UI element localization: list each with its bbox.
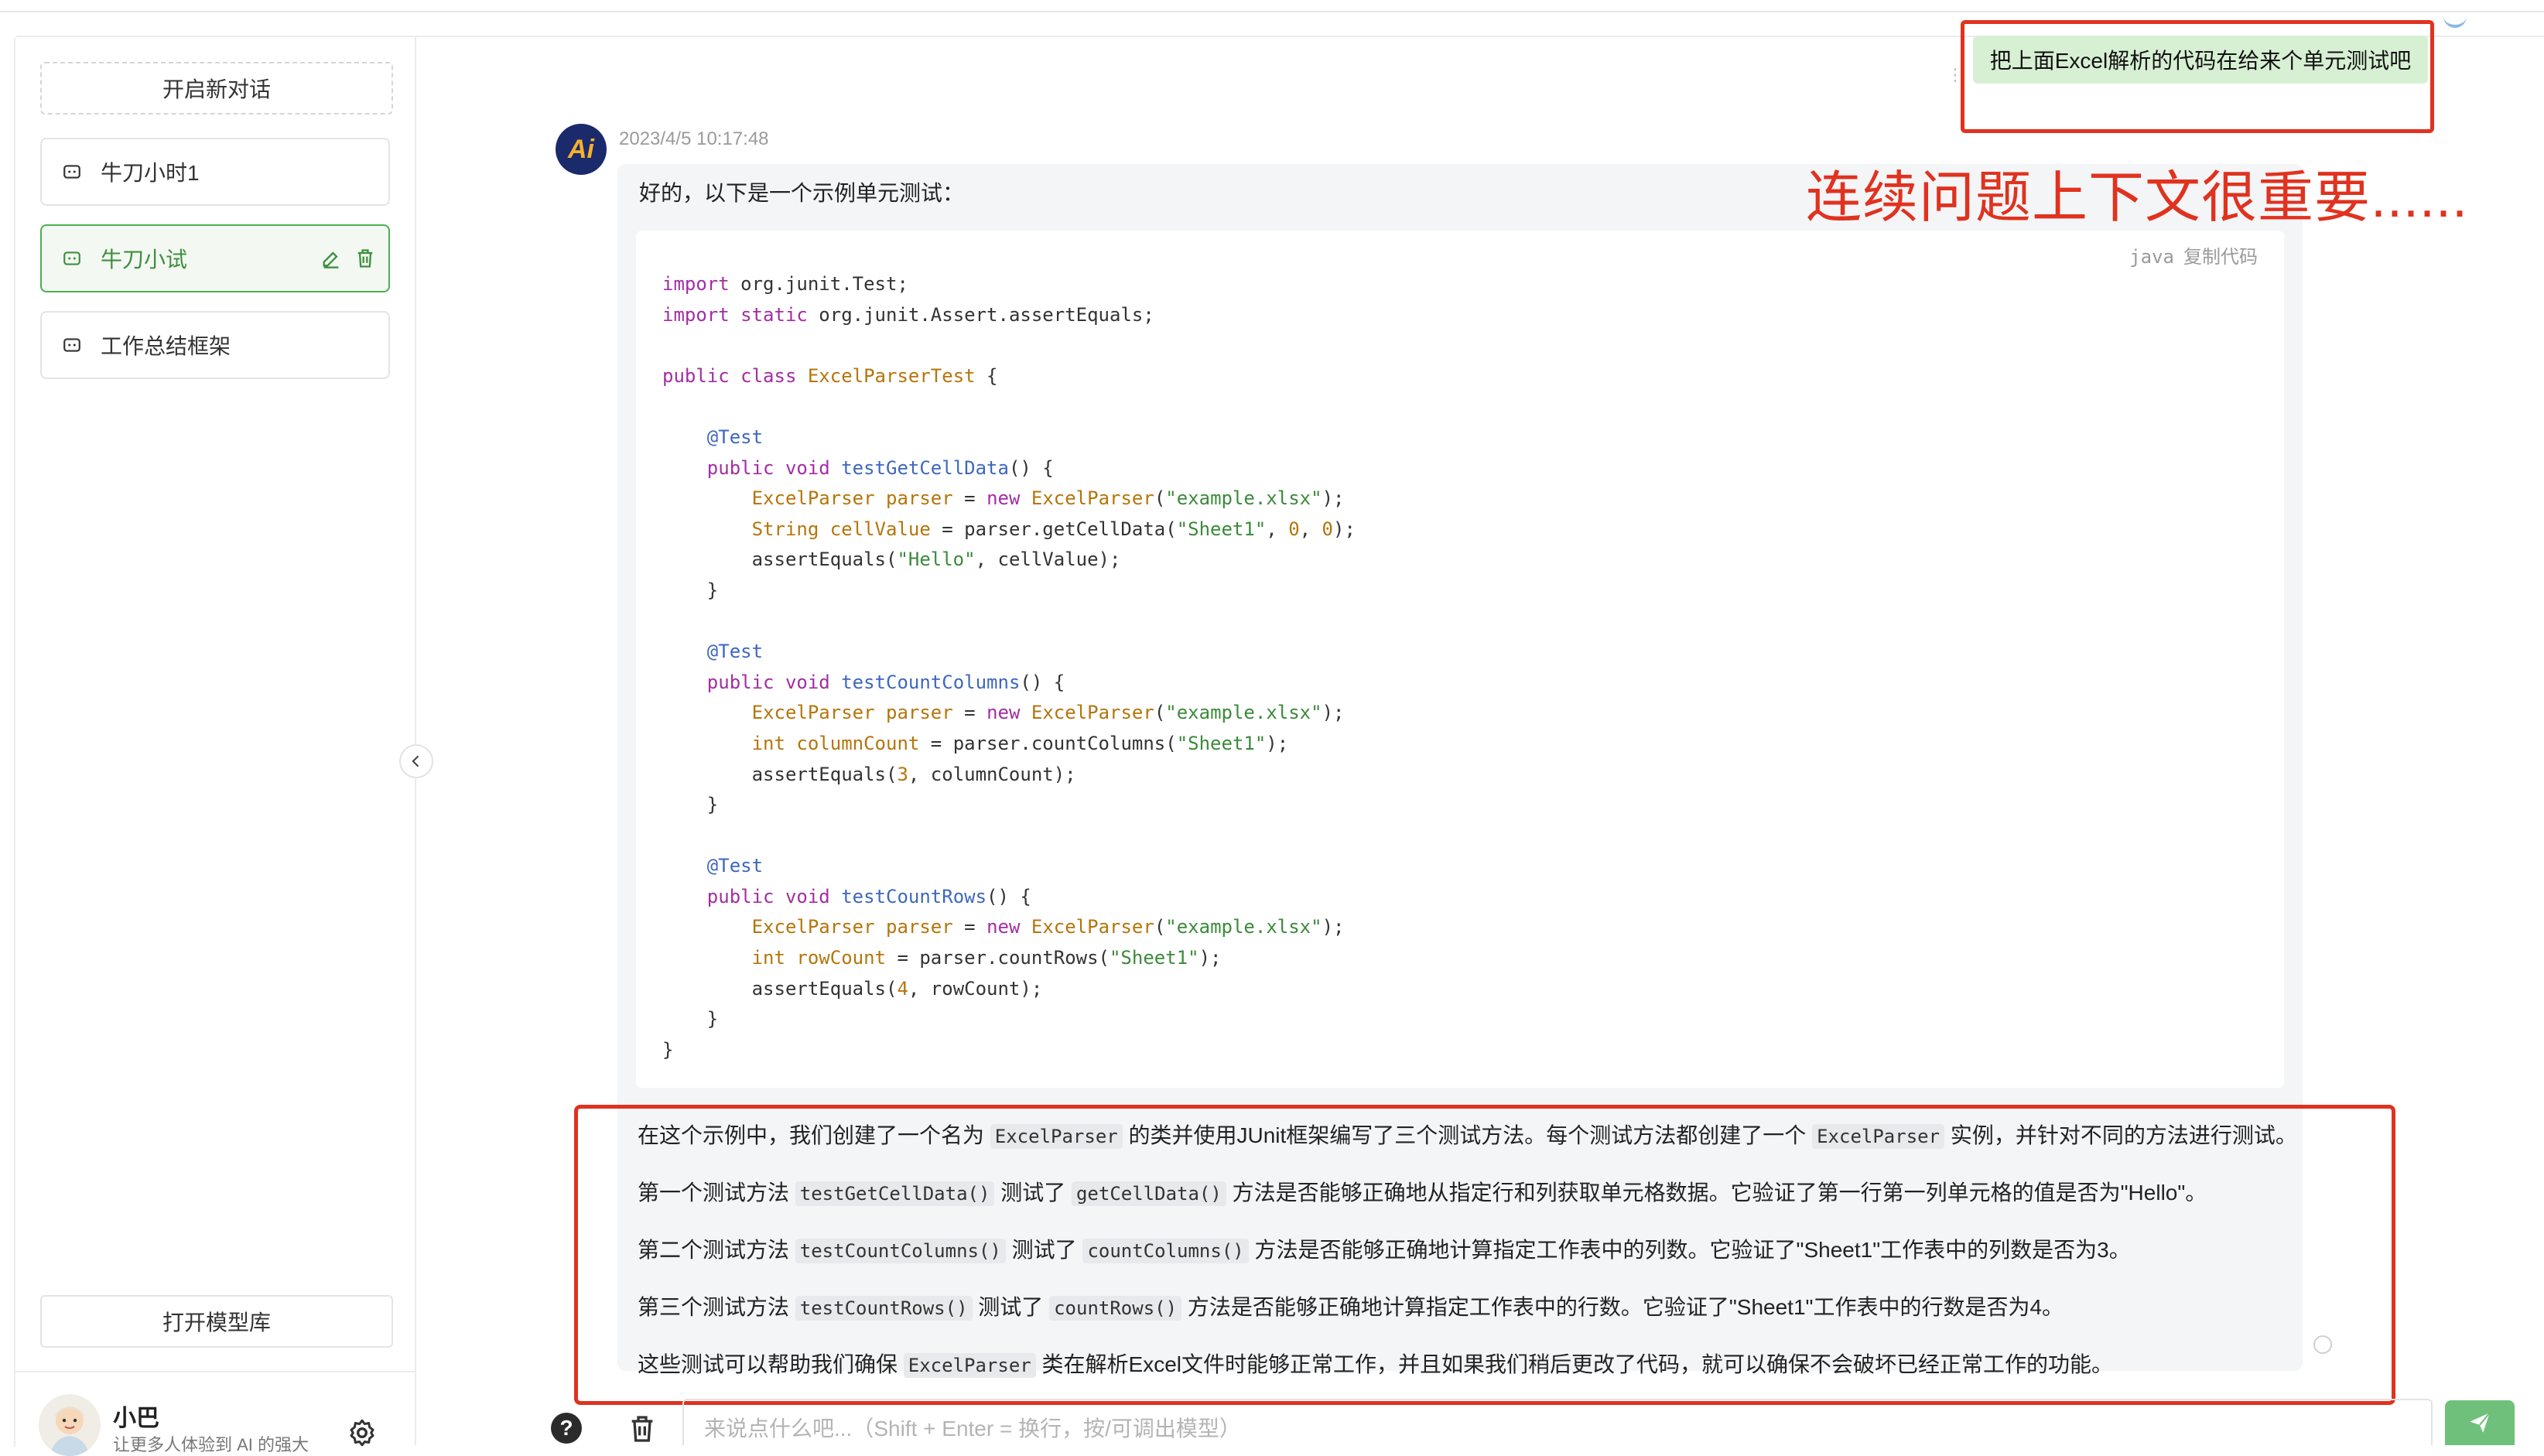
edit-icon[interactable]	[320, 248, 342, 269]
session-label: 工作总结框架	[101, 334, 231, 358]
chat-icon	[62, 248, 84, 269]
chevron-left-icon	[412, 755, 419, 767]
open-model-library-button[interactable]: 打开模型库	[40, 1295, 393, 1348]
user-avatar-partial	[2443, 12, 2467, 28]
delete-icon[interactable]	[354, 248, 376, 269]
send-button[interactable]	[2445, 1400, 2515, 1445]
session-label: 牛刀小试	[101, 248, 188, 272]
new-chat-button[interactable]: 开启新对话	[40, 62, 393, 114]
message-input[interactable]	[703, 1416, 2408, 1442]
code-meta: java 复制代码	[2129, 241, 2258, 268]
annotation-box-explanation	[574, 1105, 2395, 1405]
send-icon	[2470, 1412, 2491, 1433]
session-item-active[interactable]: 牛刀小试	[40, 224, 390, 292]
annotation-box-user-message	[1961, 20, 2434, 133]
trash-icon[interactable]	[627, 1413, 658, 1445]
chat-icon	[62, 161, 84, 183]
browser-top-line	[0, 0, 2544, 12]
code-language: java	[2129, 246, 2174, 268]
session-label: 牛刀小时1	[101, 161, 200, 185]
message-input-box[interactable]	[682, 1399, 2433, 1445]
session-item[interactable]: 工作总结框架	[40, 311, 390, 379]
annotation-text: 连续问题上下文很重要......	[1806, 167, 2469, 229]
avatar[interactable]	[39, 1394, 101, 1456]
copy-code-button[interactable]: 复制代码	[2183, 247, 2258, 268]
session-item[interactable]: 牛刀小时1	[40, 138, 390, 206]
user-subtitle: 让更多人体验到 AI 的强大	[113, 1435, 309, 1454]
help-icon[interactable]: ?	[551, 1413, 582, 1444]
code-content: import org.junit.Test; import static org…	[662, 273, 1356, 1061]
message-timestamp: 2023/4/5 10:17:48	[619, 128, 769, 149]
gear-icon[interactable]	[347, 1417, 378, 1448]
bot-intro-text: 好的，以下是一个示例单元测试：	[639, 181, 965, 205]
session-actions	[320, 248, 376, 269]
ai-avatar: Ai	[556, 124, 607, 175]
sidebar-divider	[15, 1371, 415, 1372]
code-block: java 复制代码 import org.junit.Test; import s…	[636, 231, 2284, 1088]
sidebar: 开启新对话 牛刀小时1 牛刀小试 工作总结框架 打开模型库 小巴 让更多人体验到…	[15, 37, 416, 1456]
chat-icon	[62, 334, 84, 356]
collapse-sidebar-button[interactable]	[399, 744, 433, 778]
user-name: 小巴	[113, 1406, 159, 1431]
